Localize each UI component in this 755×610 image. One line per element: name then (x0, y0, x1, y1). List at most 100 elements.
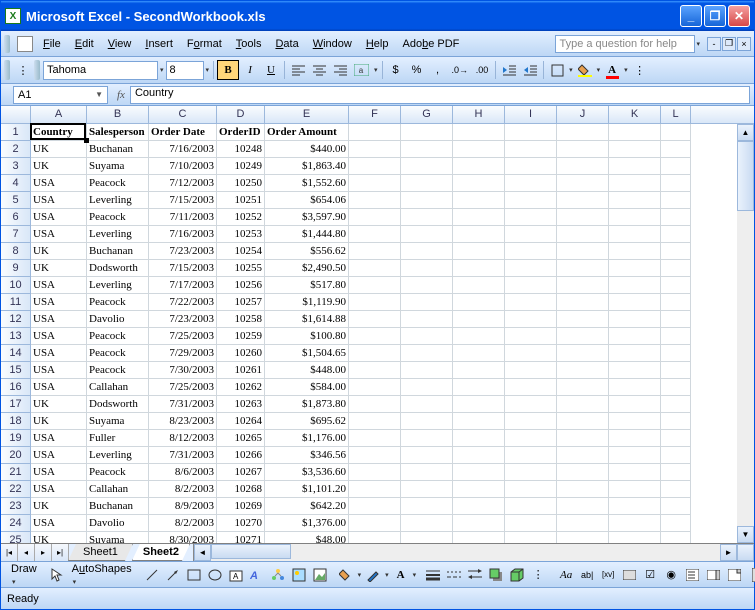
cell[interactable] (609, 532, 661, 543)
cell[interactable]: 10253 (217, 226, 265, 243)
tab-first-button[interactable]: |◂ (1, 544, 18, 561)
clipart-icon[interactable] (289, 565, 309, 585)
cell[interactable] (505, 532, 557, 543)
tab-last-button[interactable]: ▸| (52, 544, 69, 561)
cell[interactable]: $100.80 (265, 328, 349, 345)
row-header[interactable]: 13 (1, 328, 31, 345)
cell[interactable] (661, 413, 691, 430)
cell[interactable] (505, 515, 557, 532)
cell[interactable]: 7/31/2003 (149, 396, 217, 413)
cell[interactable] (609, 192, 661, 209)
form-checkbox-icon[interactable]: ☑ (640, 565, 660, 585)
row-header[interactable]: 1 (1, 124, 31, 141)
cell[interactable] (609, 413, 661, 430)
cell[interactable] (505, 311, 557, 328)
cell[interactable] (505, 345, 557, 362)
menu-format[interactable]: Format (180, 35, 229, 53)
cell[interactable] (661, 532, 691, 543)
cell[interactable] (349, 430, 401, 447)
cell[interactable] (349, 175, 401, 192)
cell[interactable] (401, 260, 453, 277)
cell[interactable] (453, 243, 505, 260)
form-list-icon[interactable] (682, 565, 702, 585)
cell[interactable] (557, 260, 609, 277)
row-header[interactable]: 5 (1, 192, 31, 209)
cell[interactable]: Buchanan (87, 141, 149, 158)
cell[interactable] (557, 515, 609, 532)
cell[interactable]: 10265 (217, 430, 265, 447)
cell[interactable]: Peacock (87, 175, 149, 192)
cell[interactable] (453, 362, 505, 379)
cell[interactable]: USA (31, 192, 87, 209)
column-header[interactable]: H (453, 106, 505, 123)
cell[interactable]: 10268 (217, 481, 265, 498)
cell[interactable]: 10267 (217, 464, 265, 481)
cell[interactable]: Suyama (87, 413, 149, 430)
cell[interactable]: Dodsworth (87, 396, 149, 413)
sheet-tab-sheet2[interactable]: Sheet2 (132, 544, 190, 561)
cell[interactable] (557, 396, 609, 413)
cell[interactable] (505, 481, 557, 498)
cell[interactable] (609, 328, 661, 345)
cell[interactable] (401, 294, 453, 311)
cell[interactable]: Suyama (87, 158, 149, 175)
cell[interactable]: 10260 (217, 345, 265, 362)
line-icon[interactable] (142, 565, 162, 585)
cell[interactable] (557, 498, 609, 515)
cell[interactable]: UK (31, 158, 87, 175)
cell[interactable]: 8/2/2003 (149, 515, 217, 532)
textbox-icon[interactable]: A (226, 565, 246, 585)
diagram-icon[interactable] (268, 565, 288, 585)
chevron-down-icon[interactable]: ▾ (412, 571, 418, 579)
cell[interactable]: 10263 (217, 396, 265, 413)
cell[interactable] (661, 243, 691, 260)
toolbar-handle[interactable] (34, 60, 40, 80)
cell[interactable] (401, 175, 453, 192)
cell[interactable] (349, 447, 401, 464)
chevron-down-icon[interactable]: ▾ (384, 571, 390, 579)
fx-icon[interactable]: fx (112, 89, 130, 101)
cell[interactable] (661, 328, 691, 345)
cell[interactable]: Buchanan (87, 498, 149, 515)
cell[interactable]: Fuller (87, 430, 149, 447)
row-header[interactable]: 8 (1, 243, 31, 260)
cell[interactable]: Leverling (87, 192, 149, 209)
cell[interactable]: $1,119.90 (265, 294, 349, 311)
cell[interactable]: 10271 (217, 532, 265, 543)
menu-tools[interactable]: Tools (229, 35, 269, 53)
align-center-button[interactable] (309, 60, 329, 80)
cell[interactable] (661, 481, 691, 498)
sheet-tab-sheet1[interactable]: Sheet1 (68, 544, 133, 561)
cell[interactable]: USA (31, 328, 87, 345)
row-header[interactable]: 3 (1, 158, 31, 175)
cell[interactable]: 8/12/2003 (149, 430, 217, 447)
workbook-icon[interactable] (17, 36, 33, 52)
cell[interactable] (609, 464, 661, 481)
cell[interactable] (661, 175, 691, 192)
cell[interactable] (349, 532, 401, 543)
form-combo-icon[interactable] (703, 565, 723, 585)
cell[interactable] (505, 379, 557, 396)
cell[interactable] (609, 243, 661, 260)
bold-button[interactable]: B (217, 60, 239, 80)
cell[interactable]: USA (31, 464, 87, 481)
cell[interactable] (505, 141, 557, 158)
cell[interactable]: USA (31, 175, 87, 192)
cell[interactable] (401, 362, 453, 379)
cell[interactable]: UK (31, 396, 87, 413)
cell[interactable] (349, 464, 401, 481)
cell[interactable]: Leverling (87, 277, 149, 294)
column-header[interactable]: D (217, 106, 265, 123)
font-color-icon[interactable]: A (391, 565, 411, 585)
form-button-icon[interactable] (619, 565, 639, 585)
cell[interactable] (401, 243, 453, 260)
cell[interactable] (661, 124, 691, 141)
cell[interactable] (453, 311, 505, 328)
cell[interactable]: $1,504.65 (265, 345, 349, 362)
toolbar-handle[interactable] (4, 35, 10, 53)
cell[interactable] (557, 226, 609, 243)
oval-icon[interactable] (205, 565, 225, 585)
cell[interactable]: $1,873.80 (265, 396, 349, 413)
column-header[interactable]: I (505, 106, 557, 123)
cell[interactable] (609, 277, 661, 294)
